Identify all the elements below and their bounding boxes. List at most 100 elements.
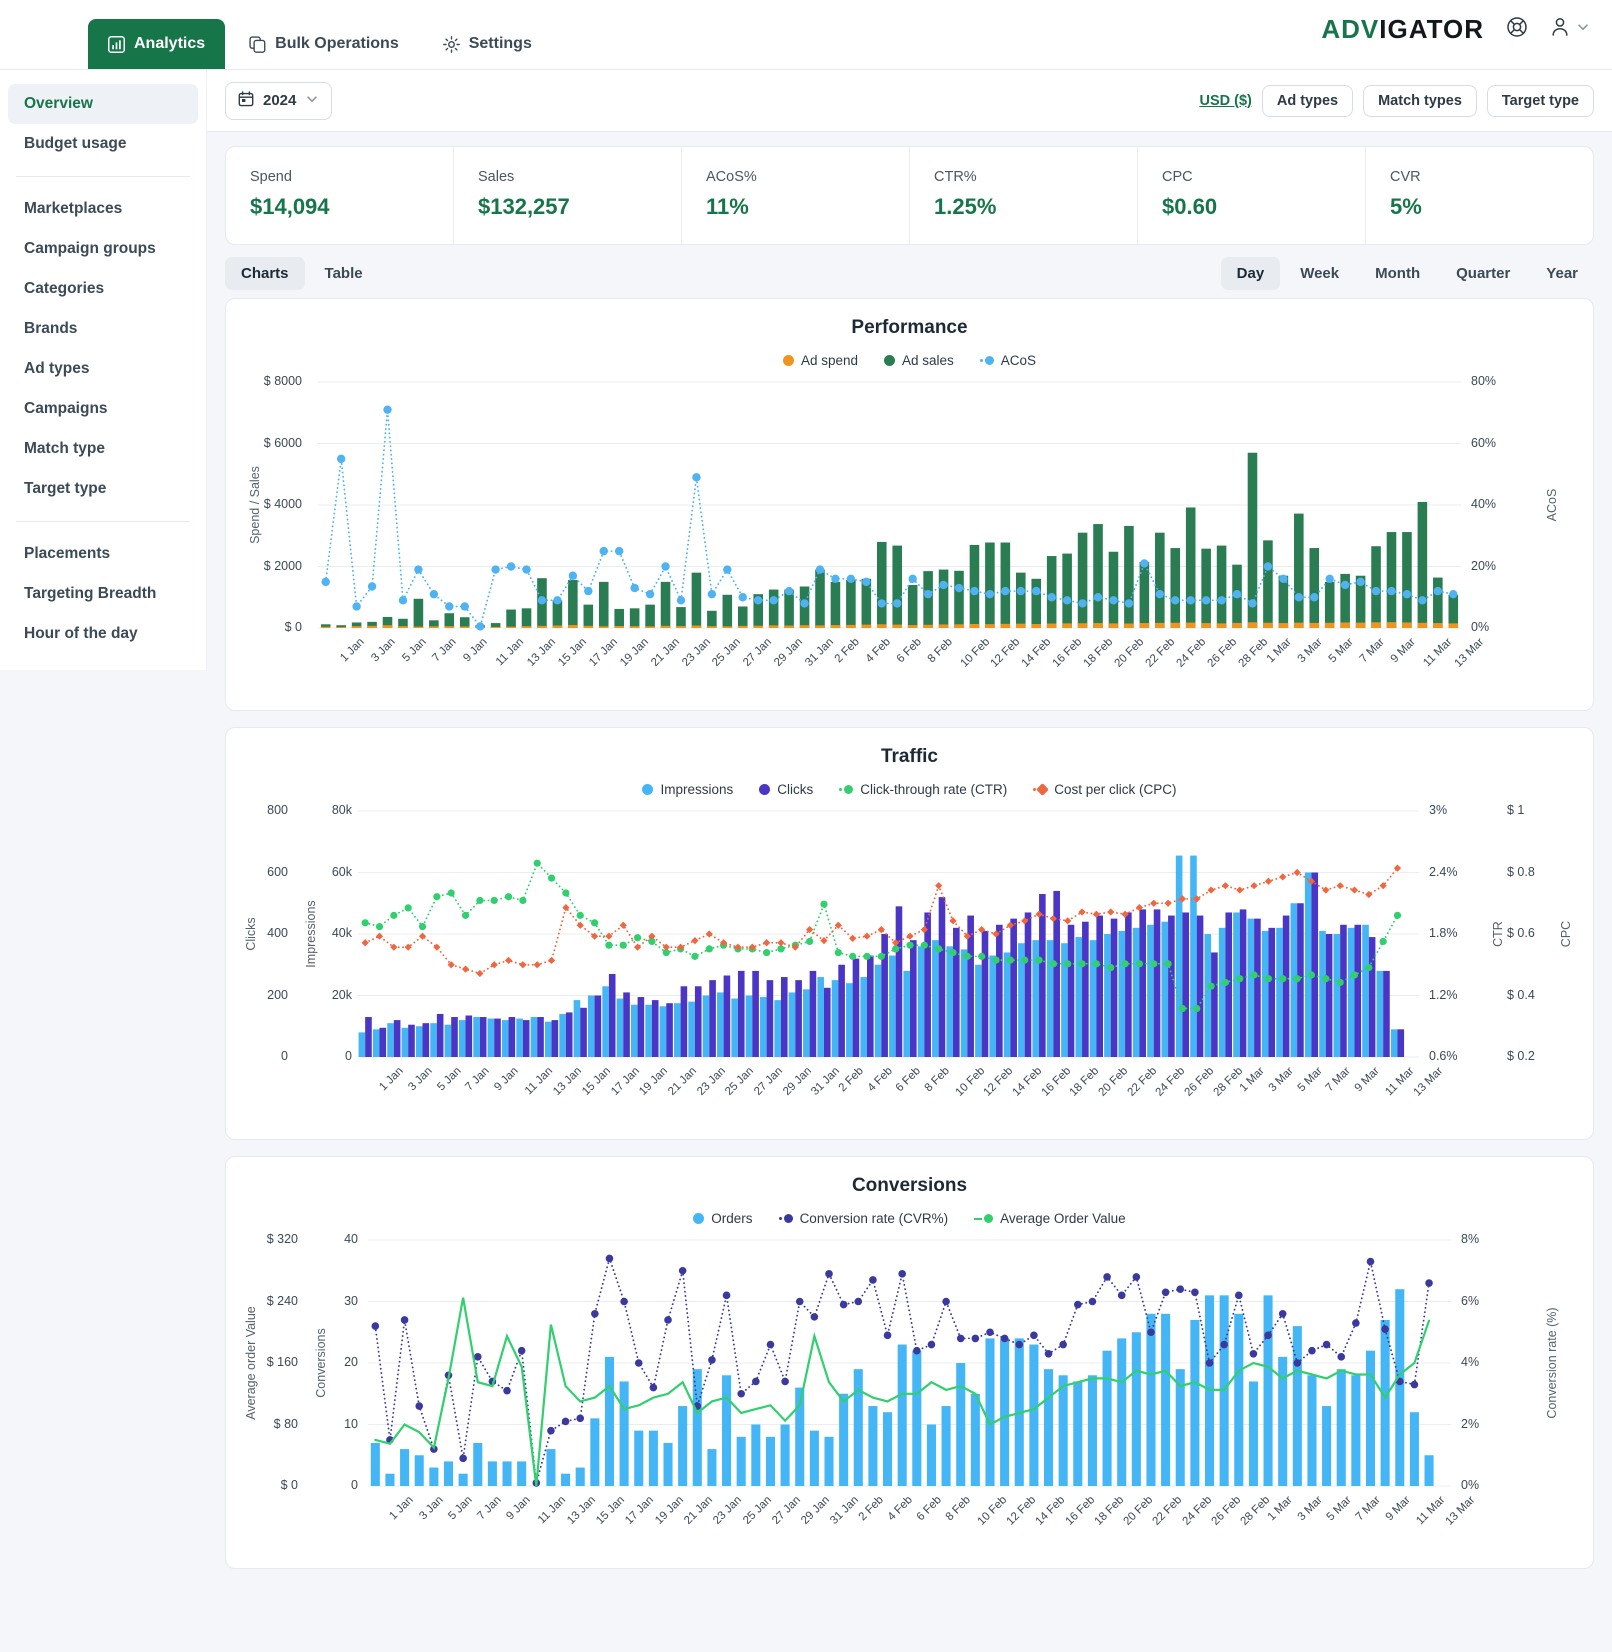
sidebar-item-label: Target type (24, 480, 107, 497)
legend-label: Orders (711, 1211, 753, 1226)
sidebar-item-label: Targeting Breadth (24, 585, 157, 602)
legend-item-clicks[interactable]: Clicks (759, 782, 813, 797)
tab-year[interactable]: Year (1530, 257, 1594, 290)
sidebar-item-placements[interactable]: Placements (8, 534, 198, 574)
sidebar-item-ad-types[interactable]: Ad types (8, 349, 198, 389)
axis-title: Conversion rate (%) (1545, 1307, 1559, 1419)
legend-swatch (759, 784, 771, 795)
axis-tick: 20k (331, 987, 352, 1002)
legend-label: Clicks (777, 782, 814, 797)
nav-tab-settings[interactable]: Settings (423, 19, 552, 69)
axis-tick: 20 (344, 1355, 358, 1369)
axis-tick: 80% (1471, 374, 1497, 388)
kpi-card-cpc: CPC $0.60 (1138, 147, 1366, 244)
kpi-card-spend: Spend $14,094 (226, 147, 454, 244)
legend-label: Ad sales (901, 353, 954, 368)
legend-swatch (1033, 783, 1050, 796)
calendar-icon (238, 90, 254, 111)
logo-green-part: ADV (1321, 14, 1380, 44)
sidebar-item-label: Brands (24, 320, 78, 337)
legend-item-cvr[interactable]: Conversion rate (CVR%) (778, 1211, 948, 1226)
axis-title: Conversions (314, 1328, 328, 1398)
axis-title: CPC (1559, 920, 1573, 948)
axis-tick: $ 8000 (263, 374, 302, 388)
sidebar-item-marketplaces[interactable]: Marketplaces (8, 189, 198, 229)
year-value: 2024 (263, 92, 297, 109)
legend-item-cpc[interactable]: Cost per click (CPC) (1033, 782, 1177, 797)
sidebar-item-categories[interactable]: Categories (8, 269, 198, 309)
legend-item-impressions[interactable]: Impressions (642, 782, 733, 797)
sidebar-item-hour-of-the-day[interactable]: Hour of the day (8, 614, 198, 654)
top-bar: Analytics Bulk Operations Settings ADVIG… (0, 0, 1612, 70)
sidebar: Overview Budget usage Marketplaces Campa… (0, 70, 207, 670)
axis-tick: $ 0.2 (1507, 1049, 1535, 1063)
legend-item-acos[interactable]: ACoS (979, 353, 1036, 368)
axis-tick: $ 0.8 (1507, 864, 1535, 879)
lifebuoy-icon (1506, 16, 1528, 43)
legend-item-orders[interactable]: Orders (693, 1211, 753, 1226)
legend-label: Ad spend (800, 353, 858, 368)
tab-day[interactable]: Day (1220, 257, 1281, 290)
sidebar-item-targeting-breadth[interactable]: Targeting Breadth (8, 574, 198, 614)
year-selector[interactable]: 2024 (225, 81, 333, 120)
axis-tick: 3% (1429, 803, 1448, 817)
sidebar-item-match-type[interactable]: Match type (8, 429, 198, 469)
axis-tick: 4% (1461, 1355, 1480, 1369)
filter-pill-match-types[interactable]: Match types (1363, 84, 1477, 117)
chart-plot-conversions[interactable]: $ 0 $ 80 $ 160 $ 240 $ 320 Average order Valu… (240, 1226, 1579, 1556)
legend-item-aov[interactable]: Average Order Value (974, 1211, 1126, 1226)
legend-swatch (778, 1214, 793, 1223)
kpi-card-cvr: CVR 5% (1366, 147, 1593, 244)
legend-label: Impressions (660, 782, 734, 797)
sidebar-item-brands[interactable]: Brands (8, 309, 198, 349)
legend-item-ctr[interactable]: Click-through rate (CTR) (839, 782, 1007, 797)
sidebar-item-label: Ad types (24, 360, 90, 377)
help-button[interactable] (1506, 16, 1528, 43)
logo-black-part: IGATOR (1379, 14, 1484, 44)
filter-pill-ad-types[interactable]: Ad types (1261, 84, 1354, 117)
axis-tick: 0.6% (1429, 1049, 1458, 1063)
legend-item-ad-sales[interactable]: Ad sales (883, 353, 954, 368)
kpi-value: $0.60 (1162, 194, 1218, 219)
chart-plot-traffic[interactable]: 0 200 400 600 800 Clicks 0 20k 40k 60k 80k Impressi… (240, 797, 1579, 1127)
tab-table[interactable]: Table (309, 257, 379, 290)
user-icon (1550, 16, 1570, 43)
axis-title: CTR (1491, 921, 1505, 947)
tab-quarter[interactable]: Quarter (1440, 257, 1526, 290)
sidebar-item-campaign-groups[interactable]: Campaign groups (8, 229, 198, 269)
chart-title-traffic: Traffic (880, 746, 939, 767)
filter-pill-target-type[interactable]: Target type (1486, 84, 1594, 117)
tab-charts[interactable]: Charts (225, 257, 305, 290)
brand-area: ADVIGATOR (1321, 14, 1590, 45)
bar-chart-icon (108, 35, 125, 53)
tab-week[interactable]: Week (1284, 257, 1355, 290)
axis-tick: 0% (1471, 620, 1490, 634)
axis-tick: 40% (1471, 497, 1497, 511)
axis-tick: 6% (1461, 1293, 1480, 1308)
nav-tab-bulk-operations[interactable]: Bulk Operations (229, 19, 419, 69)
axis-tick: 1.2% (1429, 987, 1458, 1002)
sidebar-item-overview[interactable]: Overview (8, 84, 198, 124)
chevron-down-icon (1576, 20, 1590, 39)
filter-bar: 2024 USD ($) Ad types Match types Target… (207, 70, 1612, 132)
nav-tab-analytics[interactable]: Analytics (88, 19, 226, 69)
kpi-card-acos: ACoS% 11% (682, 147, 910, 244)
axis-tick: 20% (1471, 558, 1497, 573)
chart-card-traffic: Traffic Impressions Clicks Click-through… (225, 727, 1594, 1140)
axis-tick: $ 6000 (263, 435, 302, 450)
axis-title: Spend / Sales (248, 466, 262, 544)
sidebar-item-label: Categories (24, 280, 105, 297)
legend-swatch (974, 1214, 994, 1223)
sidebar-item-budget-usage[interactable]: Budget usage (8, 124, 198, 164)
axis-tick: 0 (345, 1049, 352, 1063)
legend-item-ad-spend[interactable]: Ad spend (782, 353, 858, 368)
sidebar-item-campaigns[interactable]: Campaigns (8, 389, 198, 429)
chart-plot-performance[interactable]: $ 0 $ 2000 $ 4000 $ 6000 $ 8000 Spend / Sales… (240, 368, 1579, 698)
tab-month[interactable]: Month (1359, 257, 1436, 290)
chevron-down-icon (305, 92, 319, 110)
kpi-label: CVR (1390, 169, 1421, 185)
currency-link[interactable]: USD ($) (1199, 93, 1251, 109)
axis-title: ACoS (1545, 488, 1559, 522)
account-menu[interactable] (1550, 16, 1590, 43)
sidebar-item-target-type[interactable]: Target type (8, 469, 198, 509)
